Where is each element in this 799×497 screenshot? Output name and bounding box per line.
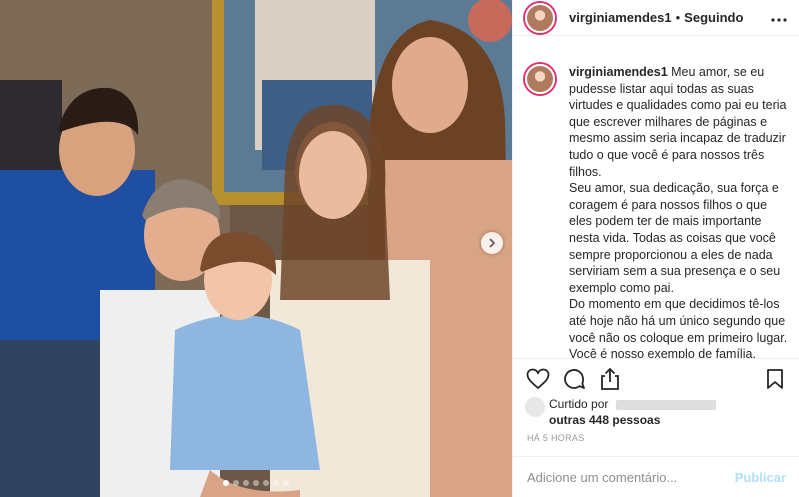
liker-avatar[interactable] [525, 397, 545, 417]
likes-summary: Curtido por outras 448 pessoas [525, 396, 717, 428]
comment-input[interactable] [527, 469, 735, 485]
header-separator: • [675, 10, 681, 25]
carousel-dot [223, 480, 229, 486]
carousel-indicator [0, 480, 512, 486]
post-username[interactable]: virginiamendes1 [569, 10, 672, 25]
more-options-icon[interactable] [771, 9, 787, 27]
action-bar [513, 358, 799, 398]
blurred-username [616, 399, 717, 410]
heart-icon[interactable] [525, 366, 551, 392]
post-side-panel: virginiamendes1 • Seguindo virginiamende… [512, 0, 799, 497]
carousel-dot [243, 480, 249, 486]
caption-text: virginiamendes1 Meu amor, se eu pudesse … [569, 64, 789, 358]
liked-by-label: Curtido por [549, 397, 609, 411]
carousel-dot [263, 480, 269, 486]
follow-status-button[interactable]: Seguindo [684, 10, 743, 25]
post-header: virginiamendes1 • Seguindo [513, 0, 799, 36]
family-photo-illustration [0, 0, 512, 497]
carousel-dot [283, 480, 289, 486]
caption-avatar[interactable] [525, 64, 555, 94]
carousel-dot [253, 480, 259, 486]
publish-button[interactable]: Publicar [735, 470, 786, 485]
comment-bar: Publicar [513, 456, 799, 497]
comment-bubble-icon[interactable] [561, 366, 587, 392]
caption-area: virginiamendes1 Meu amor, se eu pudesse … [513, 36, 799, 358]
chevron-right-icon [489, 238, 496, 248]
post-timestamp: HÁ 5 HORAS [527, 433, 585, 443]
carousel-dot [273, 480, 279, 486]
likes-count-link[interactable]: outras 448 pessoas [549, 412, 716, 428]
caption-username[interactable]: virginiamendes1 [569, 65, 668, 79]
bookmark-icon[interactable] [762, 366, 788, 392]
carousel-dot [233, 480, 239, 486]
post-photo[interactable] [0, 0, 512, 497]
share-icon[interactable] [597, 366, 623, 392]
carousel-next-button[interactable] [481, 232, 503, 254]
caption-body: Meu amor, se eu pudesse listar aqui toda… [569, 65, 788, 358]
avatar[interactable] [525, 2, 555, 33]
